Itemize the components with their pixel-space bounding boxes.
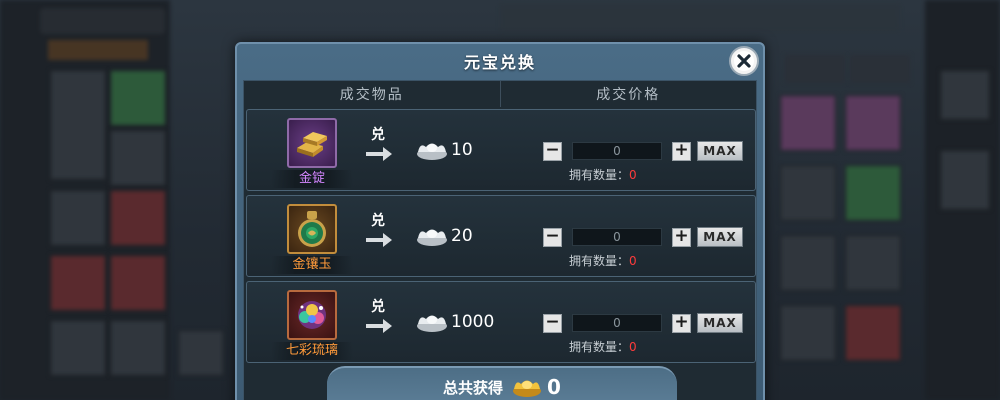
exchange-label: 兑 — [371, 213, 385, 229]
arrow-right-icon — [366, 233, 392, 247]
item-slot-jade[interactable] — [287, 204, 337, 254]
item-slot-glaze[interactable] — [287, 290, 337, 340]
total-summary: 总共获得 0 — [352, 369, 652, 400]
exchange-panel: 成交物品 成交价格 金锭 兑 10 − 0 + MAX 拥有数量：0 金镶玉 兑… — [243, 80, 757, 400]
plus-button[interactable]: + — [672, 227, 691, 247]
minus-button[interactable]: − — [543, 227, 562, 247]
owned-value: 0 — [629, 168, 637, 182]
bg-slot — [110, 255, 166, 311]
exchange-label: 兑 — [371, 127, 385, 143]
bg-tab — [785, 55, 845, 83]
bg-title-bar — [40, 8, 165, 34]
bg-tab — [850, 55, 910, 83]
quantity-input[interactable]: 0 — [572, 314, 662, 332]
owned-quantity: 拥有数量：0 — [569, 252, 637, 269]
exchange-row: 金锭 兑 10 − 0 + MAX 拥有数量：0 — [246, 109, 756, 191]
plus-button[interactable]: + — [672, 141, 691, 161]
bg-slot — [845, 305, 901, 361]
owned-value: 0 — [629, 340, 637, 354]
jade-pendant-icon — [298, 211, 326, 247]
bg-currency-bar — [500, 4, 900, 32]
rainbow-glaze-icon — [298, 301, 326, 329]
bg-label — [48, 40, 148, 60]
bg-slot — [780, 95, 836, 151]
close-button[interactable] — [729, 46, 759, 76]
header-items: 成交物品 — [244, 81, 501, 107]
item-name: 金锭 — [271, 170, 353, 188]
owned-label: 拥有数量： — [569, 254, 630, 268]
bg-slot — [780, 165, 836, 221]
exchange-row: 七彩琉璃 兑 1000 − 0 + MAX 拥有数量：0 — [246, 281, 756, 363]
item-slot-gold-bar[interactable] — [287, 118, 337, 168]
header-price: 成交价格 — [596, 87, 661, 103]
bg-slot — [940, 150, 990, 210]
owned-value: 0 — [629, 254, 637, 268]
exchange-amount: 20 — [451, 226, 473, 246]
bg-slot — [110, 190, 166, 246]
quantity-stepper: − 0 + MAX — [543, 226, 743, 248]
quantity-input[interactable]: 0 — [572, 228, 662, 246]
exchange-amount: 1000 — [451, 312, 495, 332]
exchange-label: 兑 — [371, 299, 385, 315]
plus-button[interactable]: + — [672, 313, 691, 333]
exchange-dialog: 元宝兑换 成交物品 成交价格 金锭 兑 10 − 0 + MAX 拥有数量：0 … — [235, 42, 765, 400]
item-name: 金镶玉 — [271, 256, 353, 274]
owned-label: 拥有数量： — [569, 168, 630, 182]
total-label: 总共获得 — [443, 378, 504, 397]
quantity-stepper: − 0 + MAX — [543, 140, 743, 162]
arrow-right-icon — [366, 319, 392, 333]
minus-button[interactable]: − — [543, 141, 562, 161]
arrow-right-icon — [366, 147, 392, 161]
bg-slot — [940, 70, 990, 120]
bg-slot — [50, 320, 106, 376]
gold-bar-icon — [297, 132, 327, 157]
dialog-title: 元宝兑换 — [463, 53, 536, 72]
max-button[interactable]: MAX — [697, 141, 743, 161]
silver-ingot-icon — [417, 315, 447, 332]
bg-slot — [110, 320, 166, 376]
bg-slot — [178, 330, 224, 376]
item-name: 七彩琉璃 — [271, 342, 353, 360]
bg-slot — [845, 165, 901, 221]
dialog-title-bar: 元宝兑换 — [237, 44, 763, 78]
bg-slot — [780, 305, 836, 361]
exchange-amount: 10 — [451, 140, 473, 160]
minus-button[interactable]: − — [543, 313, 562, 333]
owned-label: 拥有数量： — [569, 340, 630, 354]
owned-quantity: 拥有数量：0 — [569, 338, 637, 355]
bg-slot — [50, 190, 106, 246]
exchange-row: 金镶玉 兑 20 − 0 + MAX 拥有数量：0 — [246, 195, 756, 277]
silver-ingot-icon — [417, 229, 447, 246]
max-button[interactable]: MAX — [697, 227, 743, 247]
bg-slot — [780, 235, 836, 291]
bg-slot — [845, 235, 901, 291]
bg-slot — [845, 95, 901, 151]
quantity-stepper: − 0 + MAX — [543, 312, 743, 334]
silver-ingot-icon — [417, 143, 447, 160]
bg-slot — [110, 70, 166, 126]
gold-ingot-icon — [513, 380, 542, 397]
close-icon — [734, 51, 754, 71]
bg-slot — [50, 255, 106, 311]
bg-slot — [50, 70, 106, 180]
max-button[interactable]: MAX — [697, 313, 743, 333]
owned-quantity: 拥有数量：0 — [569, 166, 637, 183]
total-value: 0 — [547, 375, 561, 399]
table-header: 成交物品 成交价格 — [244, 81, 756, 107]
bg-slot — [110, 130, 166, 186]
quantity-input[interactable]: 0 — [572, 142, 662, 160]
